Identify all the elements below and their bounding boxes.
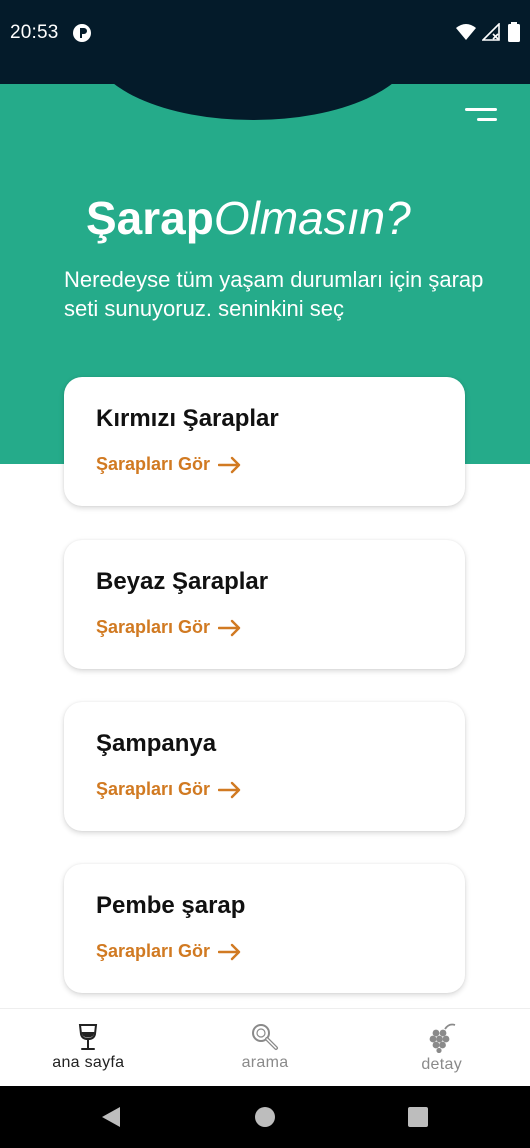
menu-icon[interactable] <box>463 106 497 126</box>
nav-label-search: arama <box>241 1054 289 1071</box>
see-wines-label: Şarapları Gör <box>96 617 211 637</box>
system-navigation-bar <box>0 1086 530 1148</box>
hero-subtitle: Neredeyse tüm yaşam durumları için şarap… <box>64 267 484 321</box>
signal-icon <box>482 23 500 41</box>
status-time: 20:53 <box>10 22 59 43</box>
nav-item-detail[interactable]: detay <box>353 1009 530 1086</box>
recents-icon[interactable] <box>407 1106 429 1128</box>
see-wines-label: Şarapları Gör <box>96 941 211 961</box>
status-bar: 20:53 <box>0 0 530 84</box>
hero-title-bold: Şarap <box>86 192 214 244</box>
category-card-champagne[interactable]: Şampanya Şarapları Gör <box>64 702 465 831</box>
nav-label-detail: detay <box>421 1056 462 1073</box>
card-title: Beyaz Şaraplar <box>96 568 269 595</box>
bottom-navigation: ana sayfa arama detay <box>0 1008 530 1086</box>
category-card-red[interactable]: Kırmızı Şaraplar Şarapları Gör <box>64 377 465 506</box>
card-title: Kırmızı Şaraplar <box>96 405 279 432</box>
wifi-icon <box>456 24 476 40</box>
hero-title-light: Olmasın? <box>213 192 411 244</box>
card-title: Şampanya <box>96 730 217 757</box>
see-wines-link[interactable]: Şarapları Gör <box>96 779 242 800</box>
home-icon[interactable] <box>254 1106 276 1128</box>
grapes-icon <box>429 1023 455 1053</box>
nav-item-search[interactable]: arama <box>177 1009 354 1086</box>
card-title: Pembe şarap <box>96 892 246 919</box>
see-wines-link[interactable]: Şarapları Gör <box>96 617 242 638</box>
see-wines-label: Şarapları Gör <box>96 454 211 474</box>
category-card-white[interactable]: Beyaz Şaraplar Şarapları Gör <box>64 540 465 669</box>
battery-icon <box>508 22 520 42</box>
see-wines-link[interactable]: Şarapları Gör <box>96 454 242 475</box>
nav-item-home[interactable]: ana sayfa <box>0 1009 177 1086</box>
arrow-right-icon <box>218 619 241 636</box>
back-icon[interactable] <box>100 1106 122 1128</box>
category-card-rose[interactable]: Pembe şarap Şarapları Gör <box>64 864 465 993</box>
hero-notch-decoration <box>92 84 414 120</box>
arrow-right-icon <box>218 781 241 798</box>
nav-label-home: ana sayfa <box>52 1054 125 1071</box>
hero-title: ŞarapOlmasın? <box>86 188 411 248</box>
see-wines-link[interactable]: Şarapları Gör <box>96 941 242 962</box>
arrow-right-icon <box>218 456 241 473</box>
arrow-right-icon <box>218 943 241 960</box>
app-notification-icon <box>73 24 91 42</box>
see-wines-label: Şarapları Gör <box>96 779 211 799</box>
magnifier-icon <box>252 1024 278 1050</box>
wine-glass-icon <box>79 1024 98 1050</box>
